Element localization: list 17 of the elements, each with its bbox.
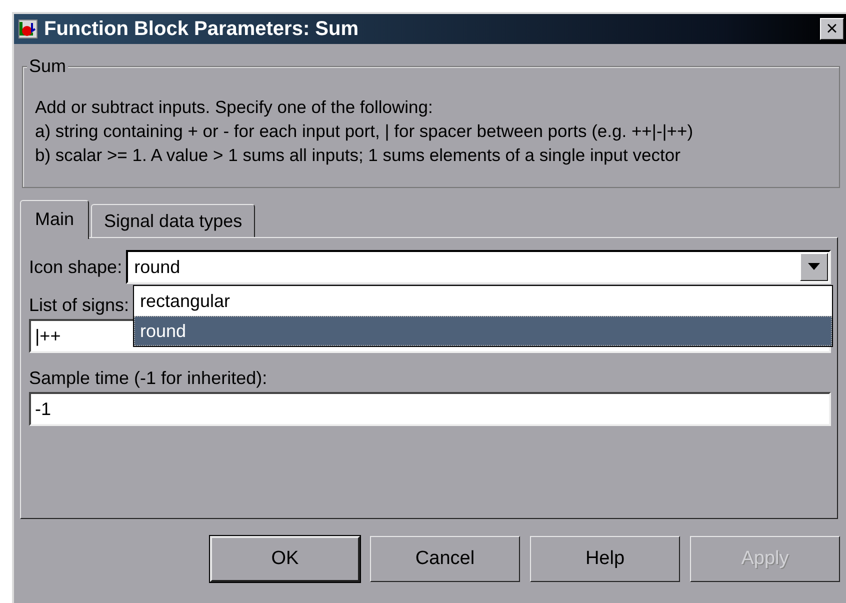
tab[interactable]: Main xyxy=(20,200,90,239)
description-text: b) scalar >= 1. A value > 1 sums all inputs; 1 sums elements of a single input vector xyxy=(35,144,682,167)
dialog-button[interactable]: Help xyxy=(530,536,680,582)
description-text: Add or subtract inputs. Specify one of the following: xyxy=(35,96,434,119)
field-label: Sample time (-1 for inherited): xyxy=(29,368,268,388)
sample-time-field[interactable]: -1 xyxy=(29,392,831,426)
description-text: a) string containing + or - for each input port, | for spacer between ports (e.g. ++|-|++) xyxy=(35,120,694,143)
window-title: Function Block Parameters: Sum xyxy=(44,17,360,42)
field-label: List of signs: xyxy=(29,295,130,315)
field-label: Icon shape: xyxy=(29,256,122,278)
icon-shape-dropdown[interactable]: round xyxy=(126,250,831,284)
close-button[interactable]: × xyxy=(820,18,844,40)
dialog-button[interactable]: OK xyxy=(210,536,360,582)
dropdown-option[interactable]: round xyxy=(134,316,832,346)
app-icon xyxy=(18,19,38,39)
tab[interactable]: Signal data types xyxy=(91,204,256,237)
dialog-button[interactable]: Cancel xyxy=(370,536,520,582)
